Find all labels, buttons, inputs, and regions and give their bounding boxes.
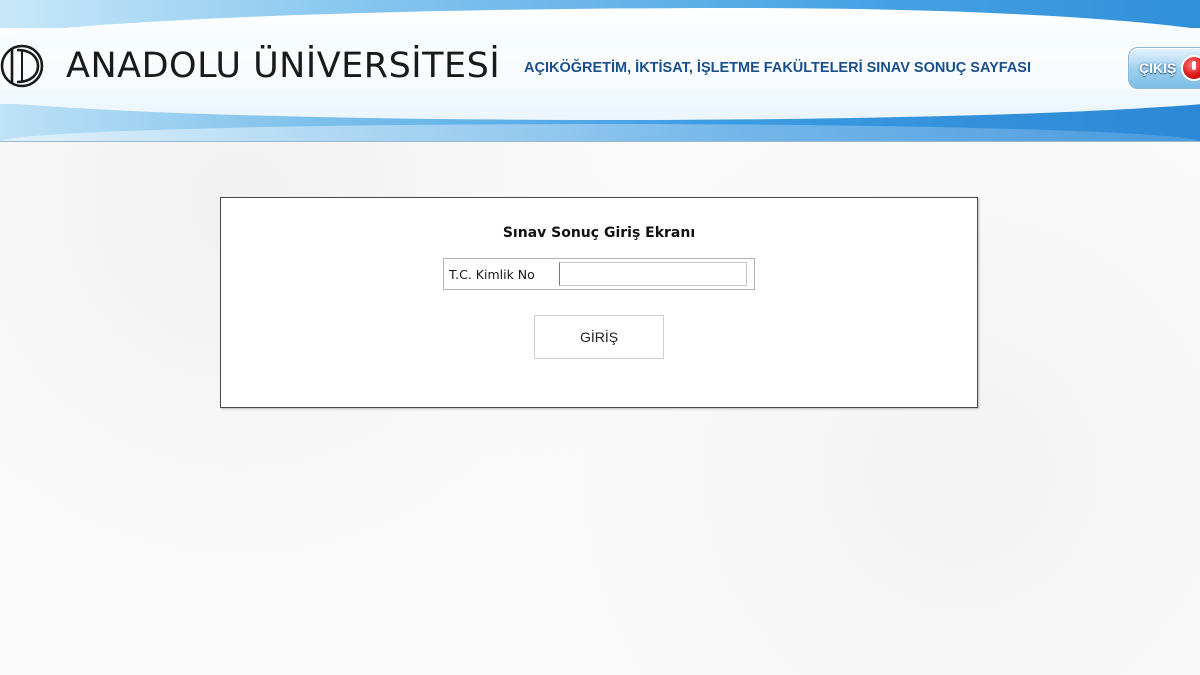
site-header: ANADOLU ÜNİVERSİTESİ AÇIKÖĞRETİM, İKTİSA… <box>0 0 1200 142</box>
id-number-label: T.C. Kimlik No <box>449 267 535 282</box>
login-panel: Sınav Sonuç Giriş Ekranı T.C. Kimlik No … <box>220 197 978 408</box>
id-number-field-group: T.C. Kimlik No <box>443 258 755 290</box>
login-button[interactable]: GİRİŞ <box>534 315 664 359</box>
login-panel-title: Sınav Sonuç Giriş Ekranı <box>502 225 696 241</box>
faculty-title: AÇIKÖĞRETİM, İKTİSAT, İŞLETME FAKÜLTELER… <box>524 60 1031 76</box>
id-number-input[interactable] <box>559 262 747 286</box>
exit-button[interactable]: ÇIKIŞ <box>1128 47 1200 89</box>
power-icon <box>1183 57 1200 79</box>
university-name: ANADOLU ÜNİVERSİTESİ <box>66 46 501 86</box>
anadolu-university-logo <box>0 44 44 88</box>
header-divider <box>0 141 1200 142</box>
exam-results-page: ANADOLU ÜNİVERSİTESİ AÇIKÖĞRETİM, İKTİSA… <box>0 0 1200 675</box>
exit-button-label: ÇIKIŞ <box>1139 60 1177 76</box>
